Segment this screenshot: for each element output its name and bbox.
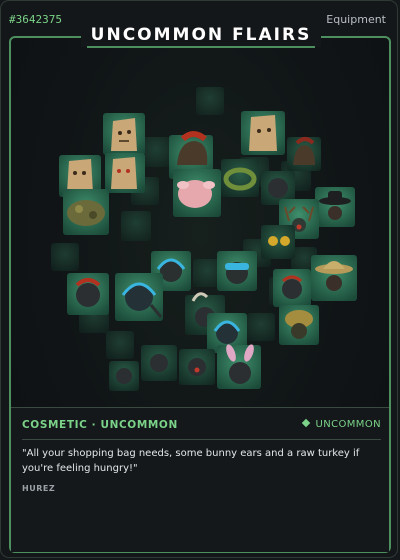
cowboy-hat-icon <box>315 187 355 227</box>
tribal-mask-icon <box>141 345 177 381</box>
tribal-mask-icon <box>273 269 311 307</box>
wreath-icon <box>221 159 259 197</box>
paper-bag-mask-icon <box>241 111 285 155</box>
hood-icon <box>109 361 139 391</box>
goggles-icon <box>217 251 257 291</box>
paper-bag-mask-icon <box>105 153 145 193</box>
artwork-collage <box>51 87 357 391</box>
card-title: UNCOMMON FLAIRS <box>90 25 312 45</box>
card-artwork <box>11 61 389 401</box>
headphones-icon <box>115 273 163 321</box>
diamond-icon <box>301 418 310 428</box>
item-card: #3642375 Equipment UNCOMMON FLAIRS COSME… <box>0 0 398 558</box>
turban-icon <box>279 305 319 345</box>
goggles-icon <box>261 225 295 259</box>
camo-helmet-icon <box>63 189 109 235</box>
horn-helmet-icon <box>179 349 215 385</box>
safari-hat-icon <box>311 255 357 301</box>
flavor-quote: "All your shopping bag needs, some bunny… <box>22 448 360 474</box>
title-underline <box>87 46 315 48</box>
divider <box>22 439 381 440</box>
bunny-ears-icon <box>217 344 261 389</box>
category-label: Equipment <box>326 13 386 26</box>
title-banner: UNCOMMON FLAIRS <box>81 25 321 48</box>
info-panel: COSMETIC · UNCOMMON UNCOMMON "All your s… <box>11 407 389 552</box>
rarity-badge: UNCOMMON <box>301 418 381 430</box>
raw-turkey-icon <box>173 169 221 217</box>
paper-bag-mask-icon <box>103 113 145 155</box>
roman-helmet-icon <box>287 137 321 171</box>
quote-author: HUREZ <box>22 484 56 493</box>
type-tagline: COSMETIC · UNCOMMON <box>22 419 178 431</box>
serial-number: #3642375 <box>9 13 62 26</box>
rarity-label: UNCOMMON <box>315 419 381 430</box>
tribal-mask-icon <box>67 273 109 315</box>
